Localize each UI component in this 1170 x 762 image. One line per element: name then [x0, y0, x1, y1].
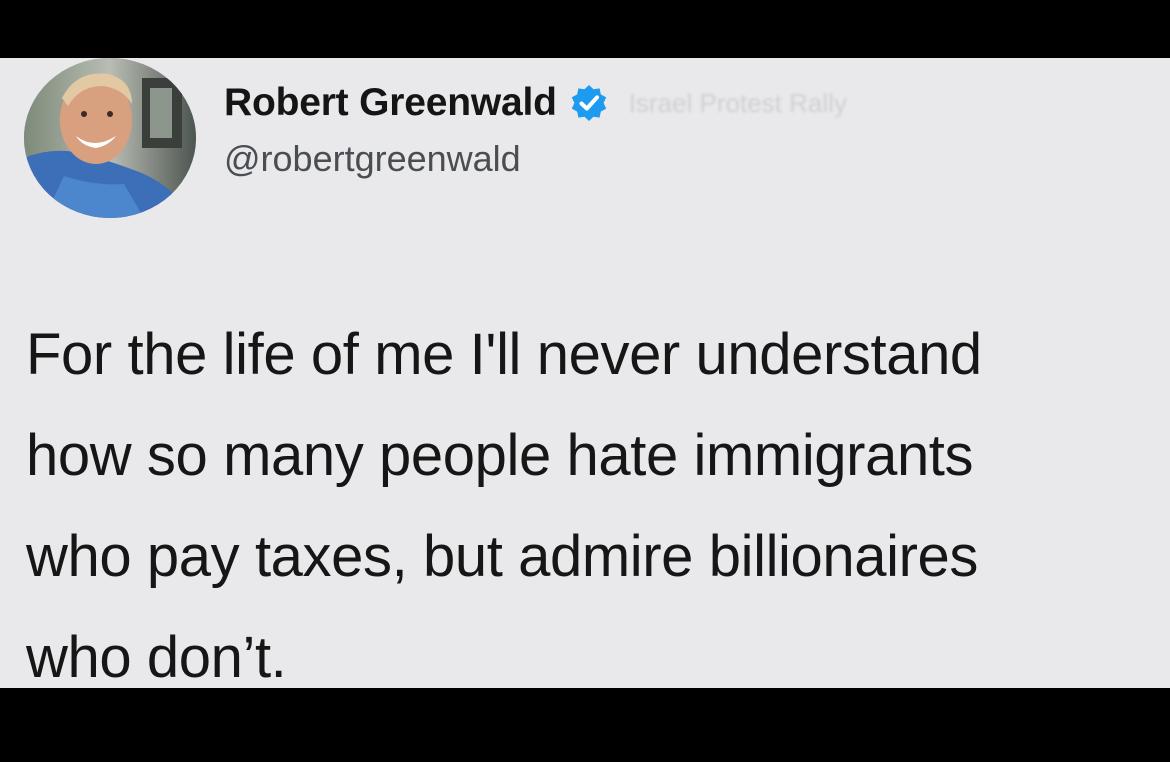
avatar[interactable]	[24, 58, 196, 218]
tweet-text: For the life of me I'll never understand…	[26, 304, 1156, 688]
author-handle[interactable]: @robertgreenwald	[224, 138, 521, 180]
tweet-text-line: how so many people hate immigrants	[26, 423, 974, 488]
author-name-row: Robert Greenwald Israel Protest Rally	[224, 78, 847, 128]
tweet-text-line: who pay taxes, but admire billionaires	[26, 524, 978, 589]
tweet-text-line: For the life of me I'll never understand	[26, 322, 982, 387]
letterbox-top	[0, 0, 1170, 58]
faint-overlay-text: Israel Protest Rally	[628, 87, 847, 118]
tweet-card: Robert Greenwald Israel Protest Rally @r…	[0, 58, 1170, 688]
verified-badge-icon	[569, 83, 609, 123]
avatar-photo	[24, 58, 196, 218]
tweet-text-line: who don’t.	[26, 625, 287, 688]
author-display-name[interactable]: Robert Greenwald	[224, 81, 557, 125]
letterbox-bottom	[0, 688, 1170, 762]
screenshot: Robert Greenwald Israel Protest Rally @r…	[0, 0, 1170, 762]
